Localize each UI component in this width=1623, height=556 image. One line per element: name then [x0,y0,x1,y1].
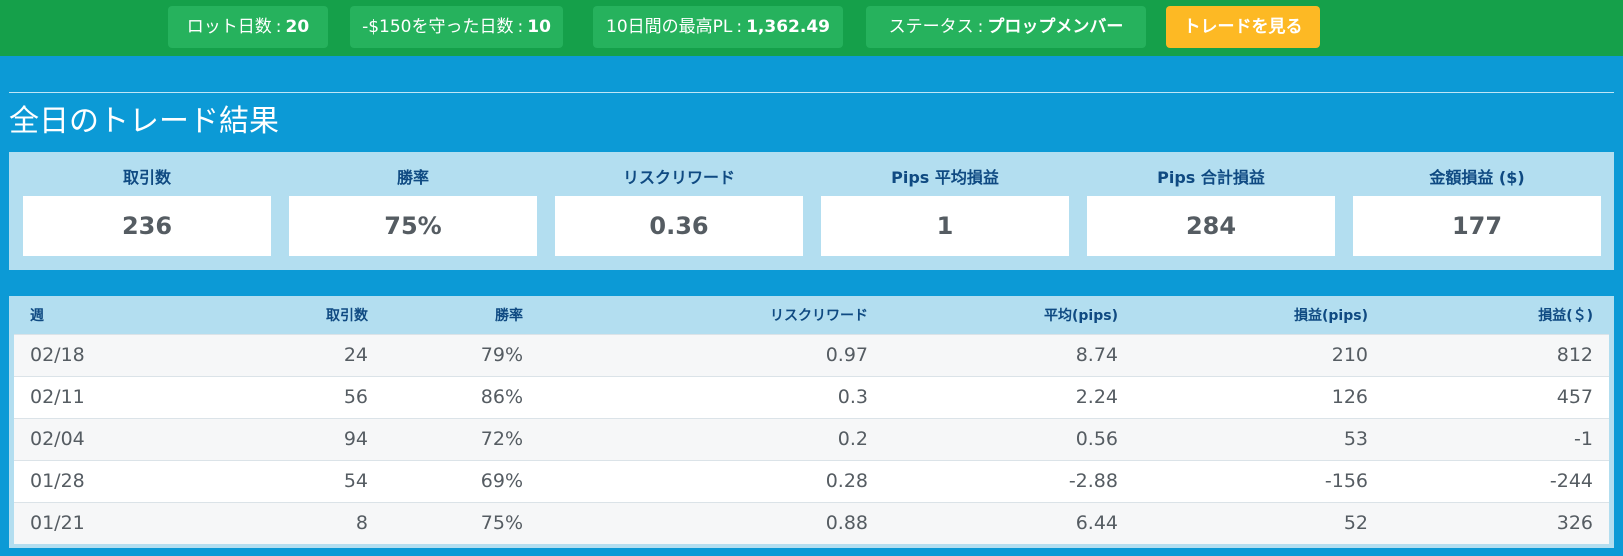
best-pl-value: 1,362.49 [746,17,830,37]
cell-win-rate: 72% [480,428,523,450]
cell-week: 02/11 [30,386,85,408]
cell-risk-reward: 0.88 [825,512,868,535]
weekly-results-panel: 週 取引数 勝率 リスクリワード 平均(pips) 損益(pips) 損益(＄)… [9,296,1614,548]
colon: : [977,17,984,37]
stat-value: 0.36 [555,196,803,256]
cell-risk-reward: 0.97 [825,344,868,366]
kept-days-value: 10 [527,17,551,37]
cell-avg-pips: -2.88 [1068,470,1118,492]
stat-card-avg-pips: Pips 平均損益 1 [821,152,1069,270]
section-divider [9,92,1614,93]
stat-value: 75% [289,196,537,256]
stat-label: Pips 平均損益 [891,168,999,187]
table-header-row: 週 取引数 勝率 リスクリワード 平均(pips) 損益(pips) 損益(＄) [14,296,1609,334]
colon: : [517,17,524,37]
table-row: 02/18 24 79% 0.97 8.74 210 812 [14,334,1609,376]
stat-value: 236 [23,196,271,256]
page-title: 全日のトレード結果 [9,104,279,139]
stat-value: 177 [1353,196,1601,256]
stat-label: 勝率 [396,168,429,187]
status-label: ステータス [888,17,974,37]
cell-week: 02/04 [30,428,85,450]
status-value: プロップメンバー [987,17,1124,37]
cell-avg-pips: 6.44 [1075,512,1118,535]
colon: : [275,17,282,37]
cell-pl-pips: 53 [1343,428,1368,450]
cell-avg-pips: 0.56 [1075,428,1118,450]
column-header-trades[interactable]: 取引数 [214,296,384,334]
stat-value: 1 [821,196,1069,256]
stat-card-win-rate: 勝率 75% [289,152,537,270]
stat-label: Pips 合計損益 [1157,168,1265,187]
cell-trades: 54 [343,470,368,492]
status-bar: ロット日数:20 -$150を守った日数:10 10日間の最高PL:1,362.… [0,0,1623,56]
column-header-week[interactable]: 週 [14,296,214,334]
stat-label: 金額損益 ($) [1429,168,1525,187]
cell-trades: 94 [343,428,368,450]
cell-win-rate: 75% [480,512,523,535]
view-trades-button[interactable]: トレードを見る [1166,6,1320,48]
stat-card-dollar-pl: 金額損益 ($) 177 [1353,152,1601,270]
cell-pl-pips: 210 [1331,344,1368,366]
lot-days-pill: ロット日数:20 [168,6,328,48]
kept-days-label: -$150を守った日数 [362,17,514,37]
cell-trades: 56 [343,386,368,408]
cell-risk-reward: 0.3 [837,386,868,408]
stat-card-trades: 取引数 236 [23,152,271,270]
cell-pl-dollar: -244 [1549,470,1593,492]
cell-pl-pips: 52 [1343,512,1368,535]
column-header-win-rate[interactable]: 勝率 [384,296,539,334]
column-header-risk-reward[interactable]: リスクリワード [539,296,884,334]
cell-pl-dollar: 326 [1556,512,1593,535]
lot-days-label: ロット日数 [186,17,272,37]
cell-pl-dollar: 812 [1556,344,1593,366]
lot-days-value: 20 [285,17,310,37]
stat-value: 284 [1087,196,1335,256]
cell-pl-pips: 126 [1331,386,1368,408]
cell-avg-pips: 8.74 [1075,344,1118,366]
cell-pl-dollar: -1 [1574,428,1593,450]
cell-avg-pips: 2.24 [1075,386,1118,408]
column-header-pl-dollar[interactable]: 損益(＄) [1384,296,1609,334]
summary-panel: 取引数 236 勝率 75% リスクリワード 0.36 Pips 平均損益 1 … [9,152,1614,270]
stat-label: リスクリワード [622,168,735,187]
cell-trades: 24 [343,344,368,366]
cell-week: 01/28 [30,470,85,492]
column-header-pl-pips[interactable]: 損益(pips) [1134,296,1384,334]
cell-risk-reward: 0.2 [837,428,868,450]
kept-days-pill: -$150を守った日数:10 [350,6,563,48]
best-pl-label: 10日間の最高PL [606,17,733,37]
cell-week: 01/21 [30,512,85,535]
weekly-results-table: 週 取引数 勝率 リスクリワード 平均(pips) 損益(pips) 損益(＄)… [14,296,1609,544]
best-pl-pill: 10日間の最高PL:1,362.49 [593,6,843,48]
column-header-avg-pips[interactable]: 平均(pips) [884,296,1134,334]
cell-risk-reward: 0.28 [825,470,868,492]
cell-win-rate: 69% [480,470,523,492]
cell-pl-dollar: 457 [1556,386,1593,408]
table-row: 02/04 94 72% 0.2 0.56 53 -1 [14,418,1609,460]
cell-win-rate: 86% [480,386,523,408]
cell-win-rate: 79% [480,344,523,366]
status-pill: ステータス: プロップメンバー [866,6,1146,48]
cell-week: 02/18 [30,344,85,366]
table-row: 02/11 56 86% 0.3 2.24 126 457 [14,376,1609,418]
stat-label: 取引数 [122,168,171,187]
table-row: 01/28 54 69% 0.28 -2.88 -156 -244 [14,460,1609,502]
stat-card-risk-reward: リスクリワード 0.36 [555,152,803,270]
cell-pl-pips: -156 [1324,470,1368,492]
stat-card-total-pips: Pips 合計損益 284 [1087,152,1335,270]
colon: : [736,17,743,37]
table-row: 01/21 8 75% 0.88 6.44 52 326 [14,502,1609,544]
cell-trades: 8 [355,512,368,535]
